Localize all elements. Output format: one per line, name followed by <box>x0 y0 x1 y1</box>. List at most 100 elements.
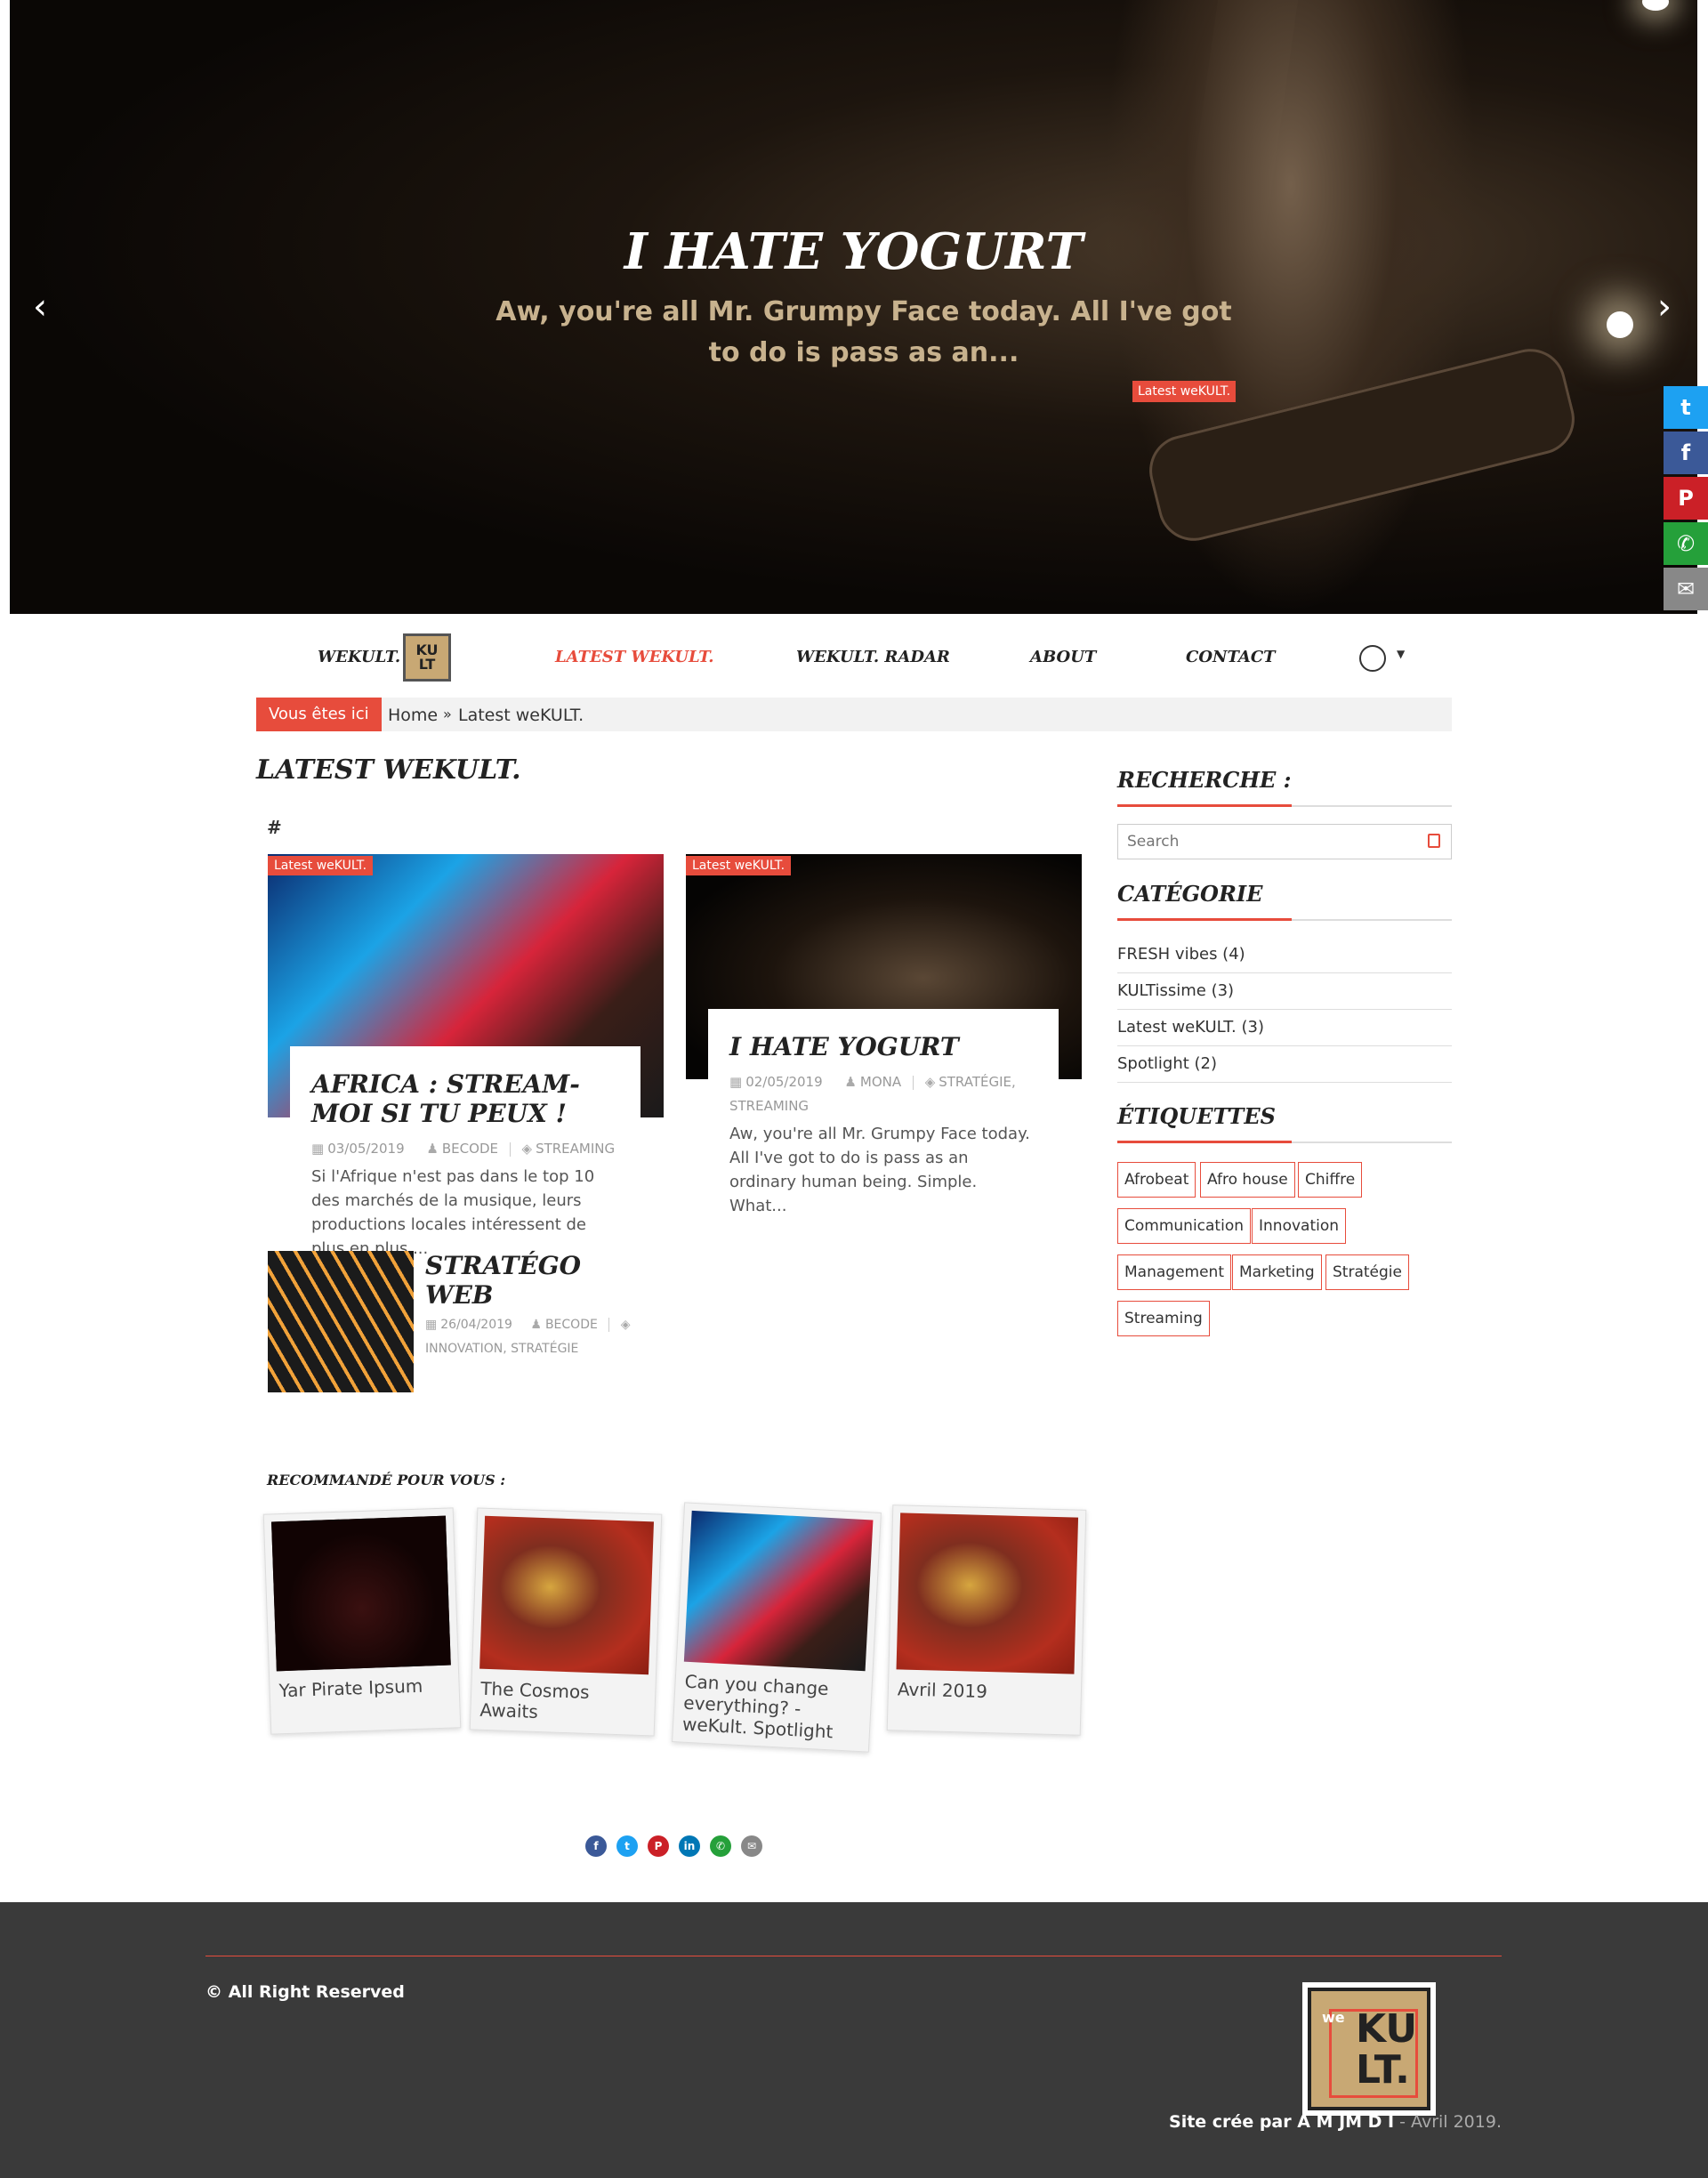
recommended-caption: Can you change everything? - weKult. Spo… <box>681 1670 834 1743</box>
tags-icon: ◈ <box>924 1074 936 1090</box>
recommended-image <box>896 1512 1079 1674</box>
footer: © All Right Reserved we KU LT. Site crée… <box>0 1902 1708 2178</box>
whatsapp-icon[interactable]: ✆ <box>1664 522 1708 565</box>
footer-logo[interactable]: we KU LT. <box>1302 1982 1436 2116</box>
pinterest-icon[interactable]: P <box>1664 477 1708 520</box>
chevron-down-icon[interactable]: ▼ <box>1397 648 1405 660</box>
stage-light <box>1607 311 1633 338</box>
search-heading: Recherche : <box>1117 767 1292 793</box>
article-meta: ▦ 26/04/2019 ♟ BECODE ◈ INNOVATION, STRATÉG… <box>425 1313 657 1361</box>
article-date: 02/05/2019 <box>745 1074 823 1090</box>
recommended-card[interactable]: Avril 2019 <box>886 1504 1087 1736</box>
recommended-image <box>683 1510 874 1672</box>
user-icon[interactable] <box>1359 645 1386 672</box>
chevron-left-icon[interactable]: ‹ <box>33 289 47 325</box>
twitter-icon[interactable]: t <box>1664 386 1708 429</box>
tag-chiffre[interactable]: Chiffre <box>1298 1162 1363 1198</box>
breadcrumb: Vous êtes ici Home » Latest weKULT. <box>256 698 1452 731</box>
email-icon[interactable]: ✉ <box>1664 568 1708 610</box>
facebook-icon[interactable]: f <box>1664 432 1708 474</box>
tags-icon: ◈ <box>521 1141 533 1157</box>
article-card-small: Stratégo web ▦ 26/04/2019 ♟ BECODE ◈ INNOVA… <box>425 1251 657 1361</box>
user-icon: ♟ <box>426 1141 439 1157</box>
nav-item-contact[interactable]: Contact <box>1186 648 1276 666</box>
chevron-right-icon[interactable]: › <box>1657 289 1672 325</box>
logo-kult: KU LT. <box>1356 2006 1418 2093</box>
tags-heading: Étiquettes <box>1117 1103 1276 1129</box>
twitter-icon[interactable]: t <box>616 1835 638 1857</box>
article-author[interactable]: BECODE <box>545 1318 598 1332</box>
article-title[interactable]: Africa : stream-moi si tu peux ! <box>311 1069 619 1128</box>
hero-subtitle: Aw, you're all Mr. Grumpy Face today. Al… <box>495 296 1232 368</box>
stage-light <box>1642 0 1669 11</box>
tag-strategie[interactable]: Stratégie <box>1325 1254 1409 1290</box>
article-card: Africa : stream-moi si tu peux ! ▦ 03/05/… <box>290 1046 640 1258</box>
breadcrumb-label: Vous êtes ici <box>256 698 382 731</box>
article-tags[interactable]: INNOVATION, STRATÉGIE <box>425 1342 578 1356</box>
user-icon: ♟ <box>844 1074 857 1090</box>
tag-streaming[interactable]: Streaming <box>1117 1301 1210 1336</box>
article-date: 03/05/2019 <box>327 1141 405 1157</box>
tag-communication[interactable]: Communication <box>1117 1208 1251 1244</box>
calendar-icon: ▦ <box>729 1074 743 1090</box>
article-meta: ▦ 03/05/2019 ♟ BECODE ◈ STREAMING <box>311 1137 619 1161</box>
nav-brand[interactable]: weKULT. <box>318 648 400 666</box>
logo-we: we <box>1322 2009 1345 2026</box>
nav-item-radar[interactable]: weKULT. Radar <box>796 648 950 666</box>
hero-title[interactable]: I hate yogurt <box>10 222 1697 281</box>
category-item[interactable]: Latest weKULT. (3) <box>1117 1010 1452 1046</box>
search-icon[interactable] <box>1428 834 1440 848</box>
hero-slider[interactable]: I hate yogurt Aw, you're all Mr. Grumpy … <box>10 0 1697 614</box>
recommended-card[interactable]: Can you change everything? - weKult. Spo… <box>672 1502 882 1753</box>
search-input[interactable] <box>1118 825 1385 859</box>
article-date: 26/04/2019 <box>440 1318 512 1332</box>
pinterest-icon[interactable]: P <box>648 1835 669 1857</box>
recommended-heading: Recommandé pour vous : <box>267 1472 506 1488</box>
article-meta: ▦ 02/05/2019 ♟ MONA ◈ STRATÉGIE, STREAMING <box>729 1070 1037 1118</box>
recommended-image <box>271 1515 451 1672</box>
article-card: I hate yogurt ▦ 02/05/2019 ♟ MONA ◈ STRATÉG… <box>708 1009 1059 1215</box>
recommended-card[interactable]: The Cosmos Awaits <box>469 1507 663 1737</box>
breadcrumb-home[interactable]: Home <box>388 706 438 725</box>
recommended-caption: Yar Pirate Ipsum <box>278 1674 423 1702</box>
category-item[interactable]: KULTissime (3) <box>1117 973 1452 1010</box>
nav-logo[interactable]: KU LT <box>403 633 451 682</box>
article-tags[interactable]: STREAMING <box>536 1141 615 1157</box>
calendar-icon: ▦ <box>425 1318 438 1332</box>
recommended-image <box>479 1515 654 1675</box>
tag-afro-house[interactable]: Afro house <box>1200 1162 1295 1198</box>
article-excerpt: Si l'Afrique n'est pas dans le top 10 de… <box>311 1167 595 1258</box>
divider <box>912 1075 914 1090</box>
article-category-badge[interactable]: Latest weKULT. <box>686 856 792 875</box>
nav-item-about[interactable]: About <box>1030 648 1096 666</box>
category-item[interactable]: Spotlight (2) <box>1117 1046 1452 1083</box>
article-author[interactable]: BECODE <box>442 1141 498 1157</box>
recommended-card[interactable]: Yar Pirate Ipsum <box>262 1507 462 1735</box>
facebook-icon[interactable]: f <box>585 1835 607 1857</box>
hash-mark: # <box>267 817 282 838</box>
divider <box>608 1318 610 1332</box>
site-credit: Site crée par A M JM D I - Avril 2019. <box>1169 2112 1502 2132</box>
tag-management[interactable]: Management <box>1117 1254 1231 1290</box>
article-title[interactable]: I hate yogurt <box>729 1032 1037 1061</box>
linkedin-icon[interactable]: in <box>679 1835 700 1857</box>
calendar-icon: ▦ <box>311 1141 325 1157</box>
breadcrumb-current: Latest weKULT. <box>458 706 584 725</box>
tag-marketing[interactable]: Marketing <box>1232 1254 1322 1290</box>
tag-afrobeat[interactable]: Afrobeat <box>1117 1162 1196 1198</box>
category-item[interactable]: FRESH vibes (4) <box>1117 937 1452 973</box>
heading-underline <box>1117 804 1452 807</box>
article-title[interactable]: Stratégo web <box>425 1251 657 1310</box>
article-thumbnail[interactable] <box>268 1251 414 1392</box>
nav-item-latest[interactable]: Latest weKULT. <box>555 648 714 666</box>
email-icon[interactable]: ✉ <box>741 1835 762 1857</box>
credit-authors[interactable]: Site crée par A M JM D I <box>1169 2112 1394 2132</box>
article-author[interactable]: MONA <box>860 1074 901 1090</box>
tag-innovation[interactable]: Innovation <box>1252 1208 1347 1244</box>
whatsapp-icon[interactable]: ✆ <box>710 1835 731 1857</box>
article-category-badge[interactable]: Latest weKULT. <box>268 856 374 875</box>
article-excerpt: Aw, you're all Mr. Grumpy Face today. Al… <box>729 1125 1030 1215</box>
recommended-caption: Avril 2019 <box>897 1678 988 1703</box>
breadcrumb-separator: » <box>443 706 452 722</box>
hero-category-badge[interactable]: Latest weKULT. <box>1132 381 1237 402</box>
